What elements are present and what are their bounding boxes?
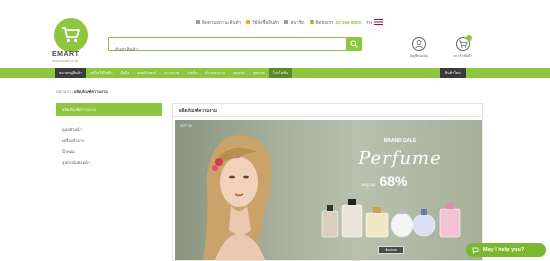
nav-item[interactable]: คอมพิวเตอร์ [133,68,160,78]
nav-item-new[interactable]: สินค้าใหม่ [440,68,466,78]
sidebar-list: ดูแลผิวหน้า เครื่องสำอาง น้ำหอม อุปกรณ์แ… [56,116,162,168]
banner-headline: BRAND SALE [383,138,417,144]
how-to-order-link[interactable]: วิธีสั่งซื้อสินค้า [246,19,279,26]
search-button[interactable] [346,37,362,51]
nav-item[interactable]: มือถือ [117,68,134,78]
logo-text: EMART [52,51,80,58]
phone-number: 02-266-8000 [335,19,361,25]
discount-prefix: ลดสูงสุด [361,182,376,187]
sidebar-heading[interactable]: ผลิตภัณฑ์ความงาม [56,103,162,116]
nav-item[interactable]: เครื่องใช้ไฟฟ้า [86,68,117,78]
info-icon [246,20,251,24]
site-logo[interactable]: EMART www.emart.co.th [52,18,90,63]
call-center[interactable]: ติดต่อเรา 02-266-8000 [309,19,361,26]
user-icon [284,20,289,24]
chat-label: May I help you? [483,247,525,253]
truck-icon [196,20,200,24]
logo-tagline: www.emart.co.th [52,59,78,63]
search-icon [350,40,358,48]
breadcrumb-separator: / [71,89,74,94]
order-status-link[interactable]: ติดตามสถานะสินค้า [196,19,241,26]
sidebar-item[interactable]: เครื่องสำอาง [56,135,162,146]
sidebar-item[interactable]: ดูแลผิวหน้า [56,124,162,135]
category-sidebar: ผลิตภัณฑ์ความงาม ดูแลผิวหน้า เครื่องสำอา… [56,103,162,168]
thai-flag-icon [373,19,383,25]
search-input[interactable] [109,43,339,56]
account-label: บัญชีของฉัน [409,54,429,58]
member-link[interactable]: สมาชิก [284,19,305,26]
top-links: ติดตามสถานะสินค้า วิธีสั่งซื้อสินค้า สมา… [196,17,383,27]
nav-item[interactable]: ของเล่น [229,68,249,78]
breadcrumb-current: ผลิตภัณฑ์ความงาม [74,89,108,94]
breadcrumb: หน้าแรก / ผลิตภัณฑ์ความงาม [56,88,108,95]
sidebar-item[interactable]: น้ำหอม [56,146,162,157]
cart-button[interactable]: ตะกร้าสินค้า [448,35,478,59]
perfume-bottles-image [321,199,461,238]
nav-item[interactable]: สุขภาพ [249,68,268,78]
chat-bubble-icon [472,247,479,254]
nav-item[interactable]: บ้านและสวน [201,68,229,78]
discount-value: 68% [379,173,408,189]
shop-now-button[interactable]: ช้อปเลย [378,246,404,254]
nav-item-promotion[interactable]: โปรโมชั่น [268,68,292,78]
account-button[interactable]: บัญชีของฉัน [404,37,434,59]
main-nav: หมวดหมู่สินค้า เครื่องใช้ไฟฟ้า มือถือ คอ… [0,68,550,78]
sidebar-item[interactable]: อุปกรณ์แต่งหน้า [56,157,162,168]
section-title: ผลิตภัณฑ์ความงาม [173,104,482,117]
nav-item[interactable]: แฟชั่น [183,68,201,78]
banner-discount: ลดสูงสุด 68% [361,173,408,189]
chat-button[interactable]: May I help you? [466,243,546,257]
nav-item[interactable]: ความงาม [160,68,183,78]
language-selector[interactable]: TH [366,19,383,25]
promo-banner[interactable]: SEP 30 BRAND SALE Perfume ลดสูงสุด 68% ช… [175,120,482,260]
model-image [203,135,272,260]
main-content: ผลิตภัณฑ์ความงาม SEP 30 BRAND SALE Perfu… [172,103,483,261]
headset-icon [309,20,314,24]
user-icon [412,37,426,51]
cart-logo-icon [62,27,80,43]
banner-date: SEP 30 [180,124,192,128]
breadcrumb-home[interactable]: หน้าแรก [56,89,71,94]
cart-icon [456,35,472,51]
search-bar [108,37,362,56]
banner-title: Perfume [358,148,442,169]
nav-item-categories[interactable]: หมวดหมู่สินค้า [55,68,86,78]
cart-count-badge [466,35,472,41]
site-header: EMART www.emart.co.th ติดตามสถานะสินค้า … [0,0,550,66]
nav-items: หมวดหมู่สินค้า เครื่องใช้ไฟฟ้า มือถือ คอ… [55,68,292,78]
cart-label: ตะกร้าสินค้า [453,54,473,58]
